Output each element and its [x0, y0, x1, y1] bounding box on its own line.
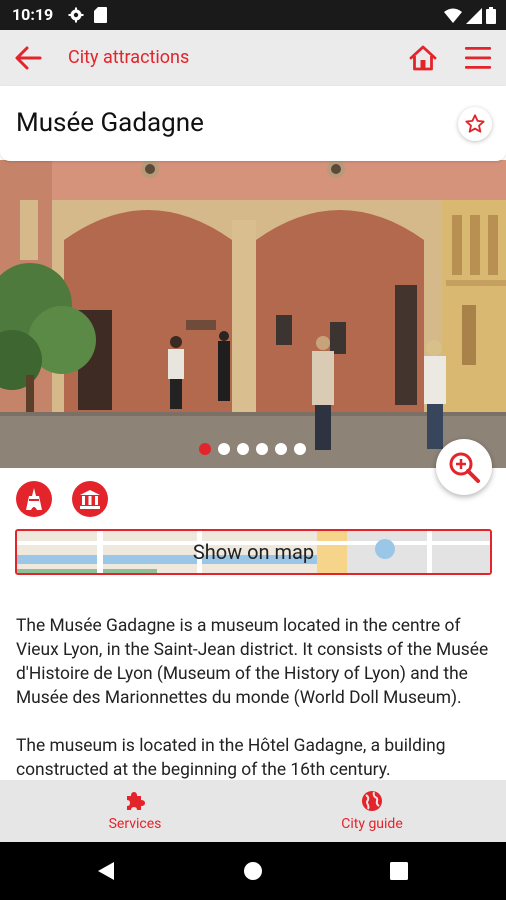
show-on-map-label: Show on map — [192, 540, 315, 564]
museum-courtyard-photo — [0, 160, 506, 468]
gallery-dot[interactable] — [256, 443, 268, 455]
zoom-in-icon — [449, 452, 480, 483]
app-bar: City attractions — [0, 30, 506, 86]
bottom-navigation: Services City guide — [0, 780, 506, 842]
status-left-icons — [68, 7, 107, 23]
photo-gallery[interactable] — [0, 160, 506, 468]
zoom-image-button[interactable] — [436, 439, 492, 495]
status-bar: 10:19 — [0, 0, 506, 30]
gallery-pagination — [199, 443, 306, 455]
globe-icon — [362, 791, 382, 811]
settings-icon — [68, 7, 84, 23]
menu-icon[interactable] — [464, 45, 492, 71]
gallery-dot[interactable] — [294, 443, 306, 455]
battery-icon — [486, 7, 496, 24]
poi-description: The Musée Gadagne is a museum located in… — [16, 614, 494, 780]
system-back-icon[interactable] — [96, 861, 116, 881]
eiffel-tower-icon — [26, 488, 42, 510]
description-paragraph: The Musée Gadagne is a museum located in… — [16, 616, 489, 708]
status-time: 10:19 — [12, 5, 54, 24]
nav-services-label: Services — [108, 816, 162, 832]
status-right-icons — [444, 7, 496, 24]
nav-services[interactable]: Services — [96, 789, 174, 832]
gallery-dot[interactable] — [199, 443, 211, 455]
favorite-button[interactable] — [458, 107, 492, 141]
sd-card-icon — [94, 7, 107, 23]
poi-title: Musée Gadagne — [16, 108, 204, 138]
poi-header-card: Musée Gadagne — [0, 86, 506, 161]
gallery-dot[interactable] — [275, 443, 287, 455]
description-paragraph: The museum is located in the Hôtel Gadag… — [16, 736, 446, 780]
system-navigation-bar — [0, 842, 506, 900]
home-icon[interactable] — [408, 43, 438, 73]
puzzle-icon — [127, 792, 145, 810]
nav-city-guide-label: City guide — [341, 816, 403, 832]
gallery-dot[interactable] — [237, 443, 249, 455]
app-bar-title: City attractions — [68, 47, 190, 68]
category-museum-badge — [72, 481, 108, 517]
category-attraction-badge — [16, 481, 52, 517]
nav-city-guide[interactable]: City guide — [332, 789, 412, 832]
system-home-icon[interactable] — [243, 861, 263, 881]
back-arrow-icon[interactable] — [14, 44, 42, 72]
signal-icon — [466, 7, 482, 24]
wifi-icon — [444, 8, 462, 23]
gallery-dot[interactable] — [218, 443, 230, 455]
show-on-map-button[interactable]: Show on map — [15, 529, 492, 575]
museum-icon — [80, 490, 100, 509]
star-outline-icon — [465, 114, 485, 133]
system-recents-icon[interactable] — [389, 861, 409, 881]
